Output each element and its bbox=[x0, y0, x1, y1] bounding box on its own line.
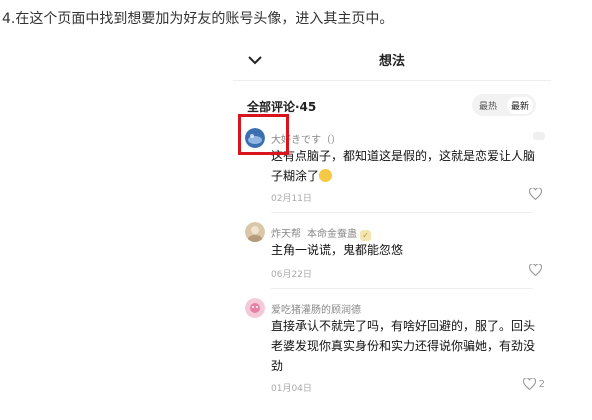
heart-icon bbox=[529, 188, 542, 200]
avatar-highlight-box bbox=[238, 114, 289, 155]
instruction-text: 4.在这个页面中找到想要加为好友的账号头像，进入其主页中。 bbox=[2, 11, 394, 27]
like-button[interactable] bbox=[529, 264, 545, 276]
comment-username[interactable]: 炸天帮 本命金蚕蛊 ✓ bbox=[271, 225, 371, 241]
comment-item: 大好きです（） 这有点脑子，都知道这是假的，这就是恋爱让人脑 子糊涂了 02月1… bbox=[245, 128, 545, 218]
sort-new-option[interactable]: 最新 bbox=[506, 96, 533, 114]
divider bbox=[271, 212, 533, 213]
laughing-emoji-icon bbox=[319, 169, 333, 182]
comment-text: 主角一说谎，鬼都能忽悠 bbox=[271, 243, 404, 257]
avatar[interactable] bbox=[245, 222, 265, 242]
sort-toggle: 最热 最新 bbox=[472, 94, 536, 116]
heart-icon bbox=[529, 264, 542, 276]
comment-date: 02月11日 bbox=[271, 194, 312, 204]
top-bar: 想法 bbox=[233, 40, 551, 81]
comment-text: 直接承认不就完了吗，有啥好回避的，服了。回头 老婆发现你真实身份和实力还得说你骗… bbox=[271, 319, 536, 373]
comment-item: 炸天帮 本命金蚕蛊 ✓ 主角一说谎，鬼都能忽悠 06月22日 bbox=[245, 222, 545, 292]
page-title: 想法 bbox=[378, 54, 405, 69]
heart-icon bbox=[522, 378, 536, 390]
like-button[interactable]: 2 bbox=[522, 378, 545, 390]
divider bbox=[271, 288, 533, 289]
comment-text: 这有点脑子，都知道这是假的，这就是恋爱让人脑 子糊涂了 bbox=[271, 149, 536, 183]
more-options-icon[interactable] bbox=[533, 132, 545, 140]
like-button[interactable] bbox=[529, 188, 545, 200]
comment-item: 爱吃猪灌肠的顾润德 直接承认不就完了吗，有啥好回避的，服了。回头 老婆发现你真实… bbox=[245, 298, 545, 408]
comment-date: 01月04日 bbox=[271, 384, 312, 394]
sort-hot-option[interactable]: 最热 bbox=[475, 97, 501, 114]
avatar[interactable] bbox=[245, 298, 265, 318]
comments-count-header: 全部评论·45 bbox=[247, 100, 317, 114]
comment-date: 06月22日 bbox=[271, 270, 312, 280]
comment-username[interactable]: 爱吃猪灌肠的顾润德 bbox=[271, 301, 361, 316]
phone-screen: 想法 全部评论·45 最热 最新 大好きです（） 这有点脑子，都知道这是假的，这… bbox=[233, 40, 551, 420]
